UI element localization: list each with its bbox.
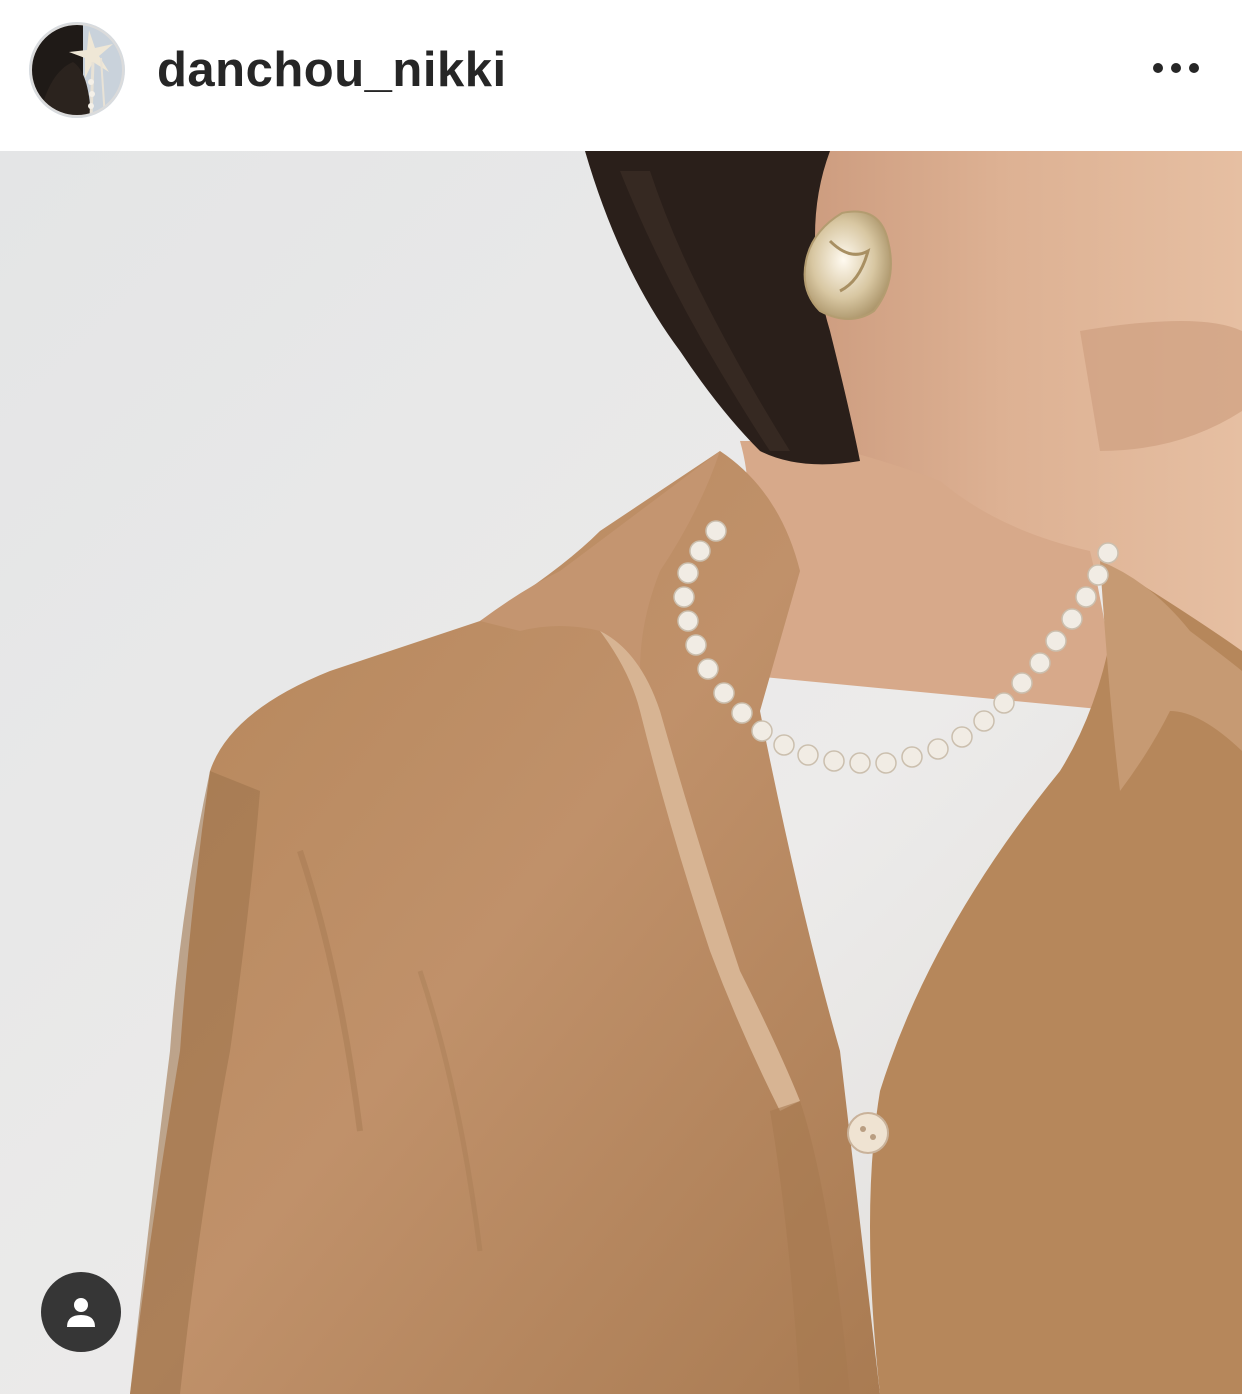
instagram-post: danchou_nikki	[0, 0, 1242, 1394]
post-header: danchou_nikki	[0, 0, 1242, 151]
post-photo[interactable]	[0, 151, 1242, 1394]
user-tag-icon	[67, 1298, 95, 1327]
avatar-image	[29, 22, 125, 118]
photo-image	[0, 151, 1242, 1394]
more-options-icon	[1153, 63, 1199, 73]
more-options-button[interactable]	[1144, 48, 1208, 88]
user-tag-button[interactable]	[41, 1272, 121, 1352]
post-username[interactable]: danchou_nikki	[157, 42, 507, 98]
profile-avatar[interactable]	[29, 22, 125, 118]
